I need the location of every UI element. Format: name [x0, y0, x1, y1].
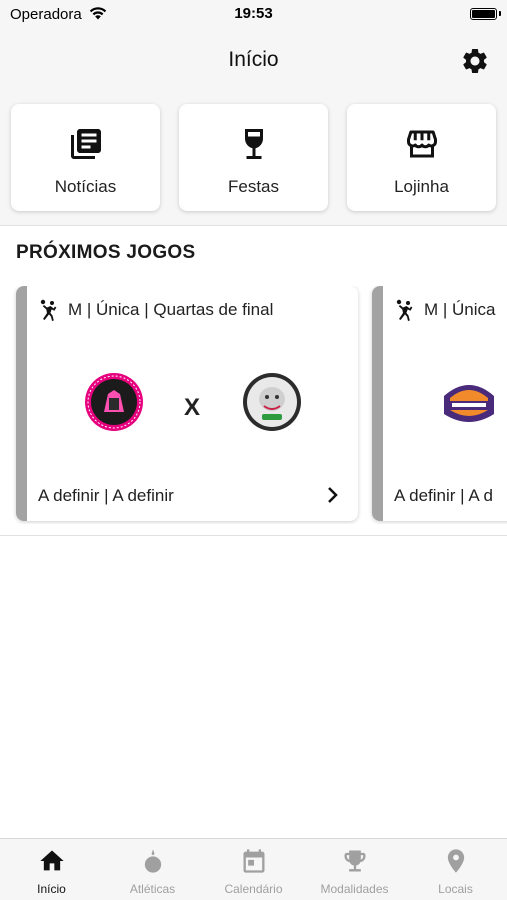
trophy-icon: [344, 850, 366, 872]
map-pin-icon: [447, 849, 465, 873]
game-meta-text: M | Única: [424, 300, 496, 319]
parties-button[interactable]: Festas: [179, 104, 328, 211]
gear-icon[interactable]: [460, 46, 490, 76]
team-a-logo[interactable]: [438, 372, 500, 434]
atleticas-icon: [144, 849, 162, 873]
game-card[interactable]: M | Única A definir | A d: [372, 286, 507, 521]
store-label: Lojinha: [394, 177, 449, 196]
section-title: PRÓXIMOS JOGOS: [16, 242, 196, 263]
newspaper-icon: [71, 129, 101, 159]
battery-icon: [470, 8, 497, 20]
handball-icon: [40, 299, 57, 321]
tab-modalidades[interactable]: Modalidades: [304, 839, 405, 900]
navigation-bar: Início: [0, 28, 507, 94]
status-bar: Operadora 19:53: [0, 0, 507, 28]
tab-label: Locais: [438, 882, 473, 896]
parties-label: Festas: [227, 177, 280, 196]
page-title: Início: [228, 48, 279, 71]
store-icon: [407, 130, 437, 158]
team-a-logo[interactable]: [84, 372, 144, 432]
news-label: Notícias: [54, 177, 117, 196]
game-card[interactable]: M | Única | Quartas de final X A definir…: [16, 286, 358, 521]
versus-label: X: [184, 394, 201, 421]
tab-label: Atléticas: [129, 882, 176, 896]
card-accent-bar: [16, 286, 27, 521]
tab-atleticas[interactable]: Atléticas: [102, 839, 203, 900]
tab-bar: Início Atléticas Calendário Modalidades …: [0, 838, 507, 900]
battery-cap: [499, 11, 501, 16]
tab-label: Início: [37, 882, 66, 896]
store-button[interactable]: Lojinha: [347, 104, 496, 211]
handball-icon: [396, 299, 413, 321]
tab-calendario[interactable]: Calendário: [203, 839, 304, 900]
home-icon: [40, 850, 64, 871]
team-b-logo[interactable]: [242, 372, 302, 432]
game-location: A definir | A definir: [38, 486, 174, 505]
game-location: A definir | A d: [394, 486, 493, 505]
calendar-icon: [243, 849, 265, 873]
wine-glass-icon: [245, 129, 263, 159]
tab-inicio[interactable]: Início: [1, 839, 102, 900]
news-button[interactable]: Notícias: [11, 104, 160, 211]
games-carousel[interactable]: M | Única | Quartas de final X A definir…: [0, 286, 507, 524]
card-accent-bar: [372, 286, 383, 521]
tab-locais[interactable]: Locais: [405, 839, 506, 900]
tab-label: Modalidades: [320, 882, 389, 896]
tab-label: Calendário: [224, 882, 283, 896]
chevron-right-icon[interactable]: [326, 486, 340, 504]
section-divider: [0, 535, 507, 536]
status-time: 19:53: [234, 5, 273, 22]
shortcuts-row: Notícias Festas Lojinha: [0, 94, 507, 226]
game-meta-text: M | Única | Quartas de final: [68, 300, 274, 319]
